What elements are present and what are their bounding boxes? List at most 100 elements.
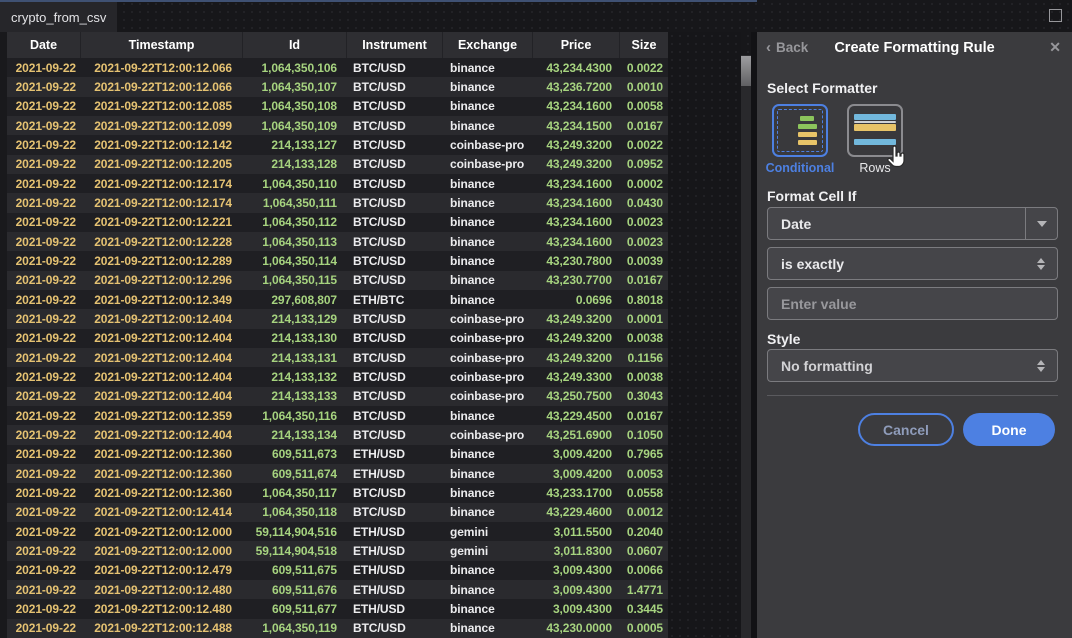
- cell-id: 214,133,127: [243, 135, 347, 154]
- column-header-timestamp[interactable]: Timestamp: [81, 32, 243, 58]
- table-row[interactable]: 2021-09-222021-09-22T12:00:12.00059,114,…: [7, 522, 668, 541]
- table-row[interactable]: 2021-09-222021-09-22T12:00:12.479609,511…: [7, 561, 668, 580]
- formatter-label-rows: Rows: [859, 161, 890, 175]
- column-header-exchange[interactable]: Exchange: [443, 32, 533, 58]
- cell-exchange: gemini: [443, 541, 533, 560]
- close-icon[interactable]: ✕: [1049, 39, 1061, 56]
- table-row[interactable]: 2021-09-222021-09-22T12:00:12.404214,133…: [7, 309, 668, 328]
- formatter-label-conditional: Conditional: [766, 161, 835, 175]
- table-row[interactable]: 2021-09-222021-09-22T12:00:12.360609,511…: [7, 464, 668, 483]
- cell-timestamp: 2021-09-22T12:00:12.360: [81, 483, 243, 502]
- cell-id: 214,133,132: [243, 367, 347, 386]
- cell-exchange: coinbase-pro: [443, 135, 533, 154]
- cell-timestamp: 2021-09-22T12:00:12.142: [81, 135, 243, 154]
- cell-price: 43,230.7800: [533, 251, 620, 270]
- table-row[interactable]: 2021-09-222021-09-22T12:00:12.205214,133…: [7, 155, 668, 174]
- cell-id: 1,064,350,108: [243, 97, 347, 116]
- table-row[interactable]: 2021-09-222021-09-22T12:00:12.142214,133…: [7, 135, 668, 154]
- tab-crypto-from-csv[interactable]: crypto_from_csv: [0, 2, 117, 32]
- table-row[interactable]: 2021-09-222021-09-22T12:00:12.2281,064,3…: [7, 232, 668, 251]
- table-row[interactable]: 2021-09-222021-09-22T12:00:12.0661,064,3…: [7, 77, 668, 96]
- value-input[interactable]: [768, 295, 1057, 313]
- cell-timestamp: 2021-09-22T12:00:12.228: [81, 232, 243, 251]
- table-row[interactable]: 2021-09-222021-09-22T12:00:12.1741,064,3…: [7, 174, 668, 193]
- table-row[interactable]: 2021-09-222021-09-22T12:00:12.2211,064,3…: [7, 213, 668, 232]
- table-row[interactable]: 2021-09-222021-09-22T12:00:12.404214,133…: [7, 348, 668, 367]
- cell-exchange: coinbase-pro: [443, 425, 533, 444]
- cell-timestamp: 2021-09-22T12:00:12.404: [81, 387, 243, 406]
- app-window: crypto_from_csv DateTimestampIdInstrumen…: [0, 0, 1072, 638]
- cell-instrument: BTC/USD: [347, 174, 443, 193]
- formatter-option-conditional[interactable]: Conditional: [770, 104, 830, 175]
- cell-price: 43,249.3200: [533, 155, 620, 174]
- table-row[interactable]: 2021-09-222021-09-22T12:00:12.404214,133…: [7, 367, 668, 386]
- cell-size: 0.0023: [620, 213, 668, 232]
- table-row[interactable]: 2021-09-222021-09-22T12:00:12.480609,511…: [7, 599, 668, 618]
- cell-size: 0.0038: [620, 367, 668, 386]
- table-row[interactable]: 2021-09-222021-09-22T12:00:12.2891,064,3…: [7, 251, 668, 270]
- select-formatter-label: Select Formatter: [767, 80, 877, 96]
- maximize-icon[interactable]: [1049, 9, 1062, 22]
- table-row[interactable]: 2021-09-222021-09-22T12:00:12.00059,114,…: [7, 541, 668, 560]
- cell-price: 43,234.1600: [533, 193, 620, 212]
- cell-timestamp: 2021-09-22T12:00:12.479: [81, 561, 243, 580]
- cell-date: 2021-09-22: [7, 251, 81, 270]
- style-select[interactable]: No formatting: [767, 349, 1058, 382]
- cell-date: 2021-09-22: [7, 425, 81, 444]
- cancel-button[interactable]: Cancel: [858, 413, 954, 446]
- cell-size: 0.0558: [620, 483, 668, 502]
- table-row[interactable]: 2021-09-222021-09-22T12:00:12.404214,133…: [7, 425, 668, 444]
- cell-size: 0.0005: [620, 619, 668, 638]
- table-row[interactable]: 2021-09-222021-09-22T12:00:12.4141,064,3…: [7, 503, 668, 522]
- cell-price: 43,234.1600: [533, 213, 620, 232]
- cell-id: 1,064,350,112: [243, 213, 347, 232]
- cell-date: 2021-09-22: [7, 522, 81, 541]
- column-header-id[interactable]: Id: [243, 32, 347, 58]
- column-header-instrument[interactable]: Instrument: [347, 32, 443, 58]
- column-select[interactable]: Date: [767, 207, 1058, 240]
- cell-price: 43,234.1500: [533, 116, 620, 135]
- scrollbar-thumb[interactable]: [741, 56, 751, 86]
- table-row[interactable]: 2021-09-222021-09-22T12:00:12.1741,064,3…: [7, 193, 668, 212]
- caret-down-icon: [1025, 208, 1057, 239]
- formatter-option-rows[interactable]: Rows: [845, 104, 905, 175]
- table-row[interactable]: 2021-09-222021-09-22T12:00:12.360609,511…: [7, 445, 668, 464]
- cell-exchange: coinbase-pro: [443, 367, 533, 386]
- conditional-formatter-icon: [772, 104, 828, 157]
- column-header-price[interactable]: Price: [533, 32, 620, 58]
- cell-price: 43,249.3200: [533, 309, 620, 328]
- table-row[interactable]: 2021-09-222021-09-22T12:00:12.0661,064,3…: [7, 58, 668, 77]
- table-row[interactable]: 2021-09-222021-09-22T12:00:12.0991,064,3…: [7, 116, 668, 135]
- cell-timestamp: 2021-09-22T12:00:12.174: [81, 193, 243, 212]
- cell-id: 214,133,133: [243, 387, 347, 406]
- column-header-date[interactable]: Date: [7, 32, 81, 58]
- table-row[interactable]: 2021-09-222021-09-22T12:00:12.480609,511…: [7, 580, 668, 599]
- cell-price: 43,234.4300: [533, 58, 620, 77]
- done-button[interactable]: Done: [963, 413, 1055, 446]
- cell-size: 0.0066: [620, 561, 668, 580]
- cell-size: 0.0053: [620, 464, 668, 483]
- cell-instrument: BTC/USD: [347, 309, 443, 328]
- table-row[interactable]: 2021-09-222021-09-22T12:00:12.0851,064,3…: [7, 97, 668, 116]
- cell-size: 0.0010: [620, 77, 668, 96]
- table-row[interactable]: 2021-09-222021-09-22T12:00:12.4881,064,3…: [7, 619, 668, 638]
- cell-size: 0.0167: [620, 116, 668, 135]
- cell-date: 2021-09-22: [7, 309, 81, 328]
- table-row[interactable]: 2021-09-222021-09-22T12:00:12.3591,064,3…: [7, 406, 668, 425]
- cell-instrument: BTC/USD: [347, 271, 443, 290]
- column-header-size[interactable]: Size: [620, 32, 668, 58]
- operator-select[interactable]: is exactly: [767, 247, 1058, 280]
- cell-size: 0.7965: [620, 445, 668, 464]
- cell-instrument: BTC/USD: [347, 483, 443, 502]
- table-row[interactable]: 2021-09-222021-09-22T12:00:12.404214,133…: [7, 329, 668, 348]
- cell-id: 1,064,350,113: [243, 232, 347, 251]
- table-row[interactable]: 2021-09-222021-09-22T12:00:12.404214,133…: [7, 387, 668, 406]
- table-row[interactable]: 2021-09-222021-09-22T12:00:12.3601,064,3…: [7, 483, 668, 502]
- cell-price: 43,249.3200: [533, 329, 620, 348]
- table-row[interactable]: 2021-09-222021-09-22T12:00:12.349297,608…: [7, 290, 668, 309]
- cell-exchange: coinbase-pro: [443, 329, 533, 348]
- sort-arrows-icon: [1037, 360, 1045, 372]
- cell-size: 0.3445: [620, 599, 668, 618]
- table-row[interactable]: 2021-09-222021-09-22T12:00:12.2961,064,3…: [7, 271, 668, 290]
- vertical-scrollbar[interactable]: [741, 55, 751, 638]
